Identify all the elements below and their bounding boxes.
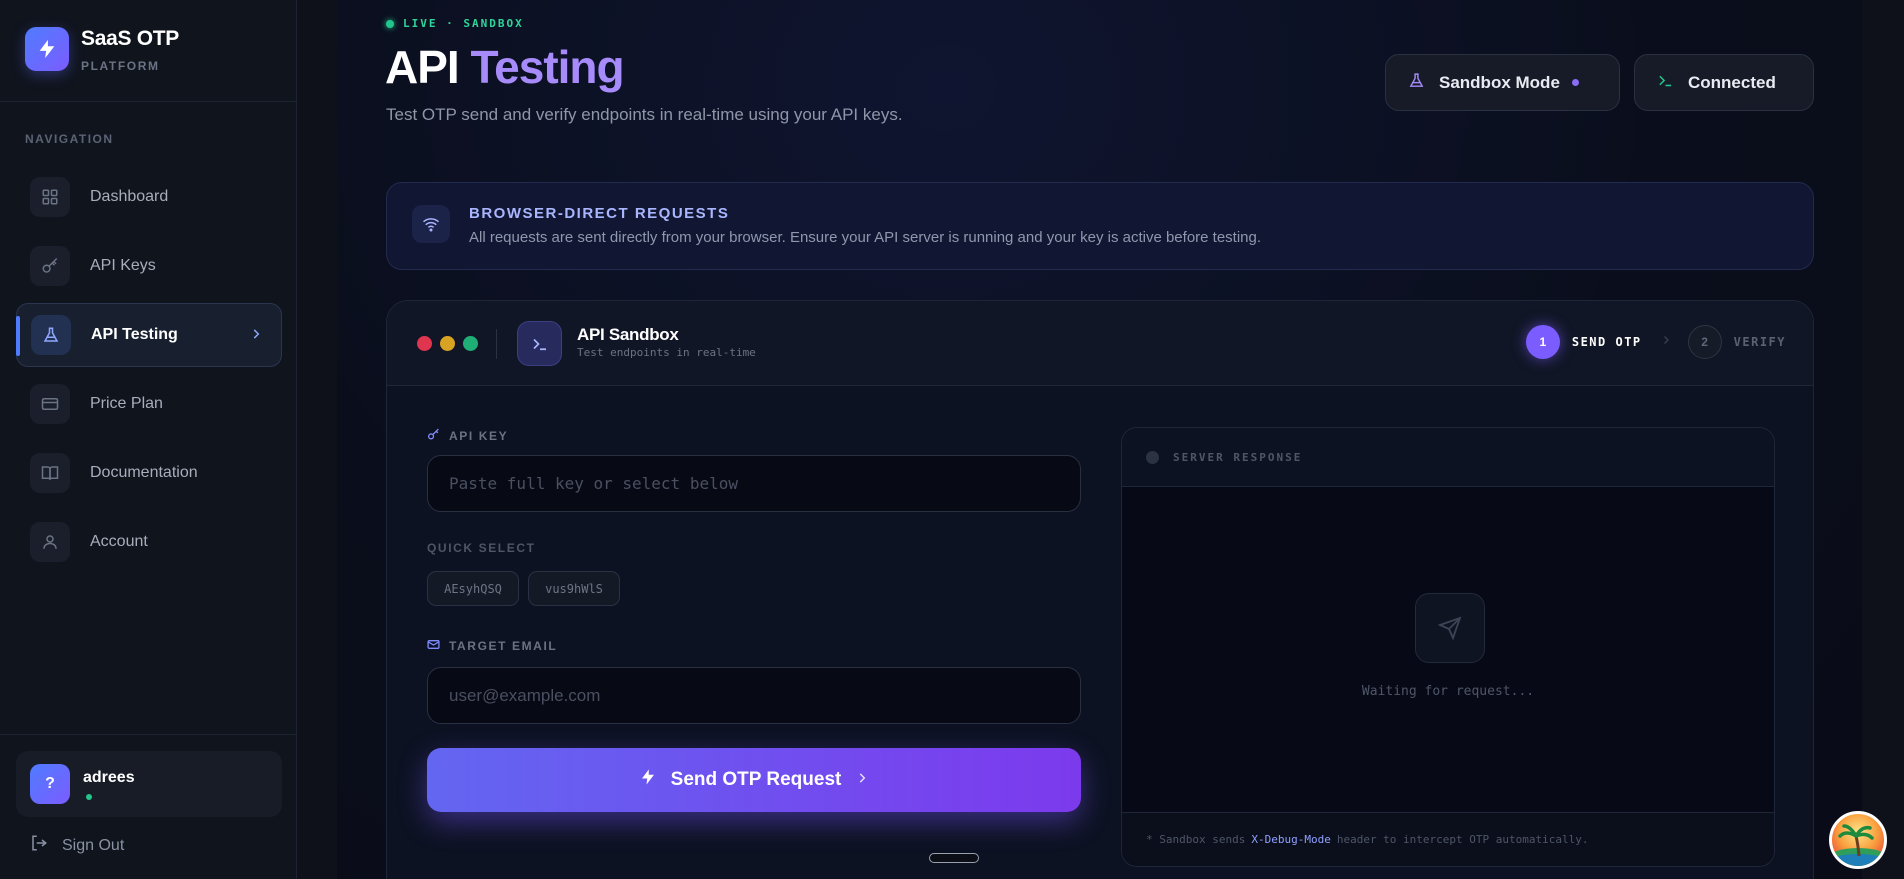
sign-out-label: Sign Out bbox=[62, 836, 125, 854]
api-key-input[interactable] bbox=[428, 456, 1080, 511]
target-email-field[interactable] bbox=[427, 667, 1081, 724]
sidebar-nav: Dashboard API Keys API Testing Price Pla… bbox=[16, 165, 282, 579]
terminal-icon bbox=[1657, 72, 1674, 94]
sidebar-item-price-plan[interactable]: Price Plan bbox=[16, 372, 282, 436]
sandbox-header: API Sandbox Test endpoints in real-time … bbox=[387, 301, 1813, 386]
user-icon bbox=[30, 522, 70, 562]
online-status-dot bbox=[86, 793, 92, 800]
email-input[interactable] bbox=[428, 668, 1080, 723]
window-dot-yellow bbox=[440, 336, 455, 351]
key-icon bbox=[30, 246, 70, 286]
mail-icon bbox=[427, 638, 440, 654]
divider bbox=[0, 101, 297, 102]
gutter bbox=[297, 0, 337, 879]
sandbox-indicator-dot bbox=[1571, 79, 1579, 86]
response-header: SERVER RESPONSE bbox=[1122, 428, 1774, 487]
connected-pill[interactable]: Connected bbox=[1634, 54, 1814, 111]
response-title: SERVER RESPONSE bbox=[1173, 450, 1303, 464]
api-key-label: API KEY bbox=[427, 428, 508, 444]
key-icon bbox=[427, 428, 440, 444]
log-out-icon bbox=[30, 834, 48, 857]
sandbox-title: API Sandbox bbox=[577, 325, 679, 344]
chevron-right-icon bbox=[249, 327, 263, 346]
send-otp-button[interactable]: Send OTP Request bbox=[427, 748, 1081, 812]
banner-title: BROWSER-DIRECT REQUESTS bbox=[469, 205, 730, 222]
nav-heading: NAVIGATION bbox=[25, 132, 114, 146]
user-name: adrees bbox=[83, 768, 135, 786]
credit-card-icon bbox=[30, 384, 70, 424]
sidebar-item-label: Account bbox=[90, 533, 148, 550]
sidebar-item-account[interactable]: Account bbox=[16, 510, 282, 574]
flask-icon bbox=[1408, 72, 1425, 94]
banner-text: All requests are sent directly from your… bbox=[469, 229, 1262, 246]
sidebar-item-label: Documentation bbox=[90, 464, 198, 481]
sidebar-item-dashboard[interactable]: Dashboard bbox=[16, 165, 282, 229]
response-footer: * Sandbox sends X-Debug-Mode header to i… bbox=[1122, 812, 1774, 866]
page-title: API Testing bbox=[385, 41, 625, 93]
flask-icon bbox=[31, 315, 71, 355]
chevron-right-icon bbox=[1660, 333, 1672, 351]
user-card[interactable]: ? adrees bbox=[16, 751, 282, 817]
lightning-icon bbox=[639, 768, 657, 792]
sidebar-item-label: Price Plan bbox=[90, 395, 163, 412]
divider bbox=[0, 734, 297, 735]
sidebar: SaaS OTP PLATFORM NAVIGATION Dashboard A… bbox=[0, 0, 297, 879]
page-subtitle: Test OTP send and verify endpoints in re… bbox=[386, 105, 903, 124]
sidebar-item-api-keys[interactable]: API Keys bbox=[16, 234, 282, 298]
wifi-icon bbox=[412, 205, 450, 243]
quick-select-label: QUICK SELECT bbox=[427, 541, 536, 555]
send-icon bbox=[1415, 593, 1485, 663]
step-send-otp[interactable]: 1 SEND OTP bbox=[1525, 325, 1642, 359]
sidebar-item-documentation[interactable]: Documentation bbox=[16, 441, 282, 505]
window-dot-green bbox=[463, 336, 478, 351]
live-text: LIVE · SANDBOX bbox=[403, 17, 524, 30]
chevron-right-icon bbox=[855, 769, 869, 791]
live-dot bbox=[386, 19, 394, 28]
sandbox-subtitle: Test endpoints in real-time bbox=[577, 346, 756, 359]
api-key-field[interactable] bbox=[427, 455, 1081, 512]
info-banner: BROWSER-DIRECT REQUESTS All requests are… bbox=[386, 182, 1814, 270]
floating-avatar[interactable] bbox=[1829, 811, 1887, 869]
sidebar-item-api-testing[interactable]: API Testing bbox=[16, 303, 282, 367]
scroll-handle[interactable] bbox=[929, 853, 979, 863]
app-subtitle: PLATFORM bbox=[81, 59, 160, 73]
window-dot-red bbox=[417, 336, 432, 351]
sidebar-item-label: API Testing bbox=[91, 326, 178, 343]
app-name: SaaS OTP bbox=[81, 27, 179, 50]
divider bbox=[496, 329, 497, 359]
server-response-panel: SERVER RESPONSE Waiting for request... *… bbox=[1121, 427, 1775, 867]
grid-icon bbox=[30, 177, 70, 217]
sidebar-item-label: Dashboard bbox=[90, 188, 169, 205]
sidebar-item-label: API Keys bbox=[90, 257, 156, 274]
gutter bbox=[1862, 0, 1904, 879]
book-icon bbox=[30, 453, 70, 493]
debug-header-name: X-Debug-Mode bbox=[1251, 833, 1331, 846]
brand[interactable]: SaaS OTP PLATFORM bbox=[25, 27, 179, 73]
avatar: ? bbox=[30, 764, 70, 804]
lightning-icon bbox=[25, 27, 69, 71]
terminal-icon bbox=[517, 321, 562, 366]
target-email-label: TARGET EMAIL bbox=[427, 638, 557, 654]
step-indicator: 1 SEND OTP 2 VERIFY bbox=[1525, 325, 1786, 359]
api-sandbox-card: API Sandbox Test endpoints in real-time … bbox=[386, 300, 1814, 879]
response-empty-text: Waiting for request... bbox=[1361, 684, 1535, 699]
step-verify[interactable]: 2 VERIFY bbox=[1687, 325, 1786, 359]
sign-out-button[interactable]: Sign Out bbox=[30, 834, 124, 857]
quick-key-chip[interactable]: AEsyhQSQ bbox=[427, 571, 519, 606]
sandbox-mode-pill[interactable]: Sandbox Mode bbox=[1385, 54, 1620, 111]
status-dot bbox=[1146, 450, 1159, 464]
quick-key-chip[interactable]: vus9hWlS bbox=[528, 571, 620, 606]
live-status-tag: LIVE · SANDBOX bbox=[386, 17, 524, 30]
